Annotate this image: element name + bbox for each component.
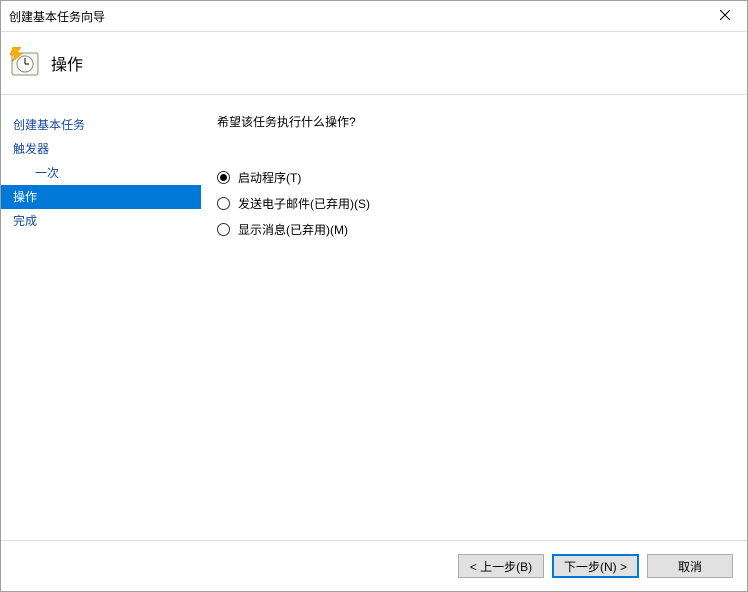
- wizard-header: 操作: [1, 32, 747, 95]
- radio-icon: [217, 171, 230, 184]
- radio-label: 启动程序(T): [238, 169, 301, 186]
- wizard-window: 创建基本任务向导 操作 创建基本任务 触发器 一次 操作 完成: [0, 0, 748, 592]
- close-icon: [720, 9, 730, 23]
- radio-display-message[interactable]: 显示消息(已弃用)(M): [217, 216, 731, 242]
- sidebar-item-one-time[interactable]: 一次: [1, 161, 201, 185]
- radio-label: 显示消息(已弃用)(M): [238, 221, 348, 238]
- next-button[interactable]: 下一步(N) >: [552, 554, 639, 578]
- wizard-step-title: 操作: [51, 51, 83, 75]
- wizard-footer: < 上一步(B) 下一步(N) > 取消: [1, 540, 747, 591]
- close-button[interactable]: [702, 1, 747, 31]
- wizard-steps-sidebar: 创建基本任务 触发器 一次 操作 完成: [1, 95, 201, 540]
- back-button[interactable]: < 上一步(B): [458, 554, 544, 578]
- sidebar-item-trigger[interactable]: 触发器: [1, 137, 201, 161]
- radio-icon: [217, 223, 230, 236]
- clock-task-icon: [9, 47, 41, 79]
- wizard-body: 创建基本任务 触发器 一次 操作 完成 希望该任务执行什么操作? 启动程序(T)…: [1, 95, 747, 540]
- window-title: 创建基本任务向导: [9, 8, 702, 25]
- radio-send-email[interactable]: 发送电子邮件(已弃用)(S): [217, 190, 731, 216]
- radio-label: 发送电子邮件(已弃用)(S): [238, 195, 370, 212]
- radio-start-program[interactable]: 启动程序(T): [217, 164, 731, 190]
- radio-icon: [217, 197, 230, 210]
- wizard-main-panel: 希望该任务执行什么操作? 启动程序(T) 发送电子邮件(已弃用)(S) 显示消息…: [201, 95, 747, 540]
- sidebar-item-create-basic-task[interactable]: 创建基本任务: [1, 113, 201, 137]
- titlebar: 创建基本任务向导: [1, 1, 747, 32]
- action-prompt: 希望该任务执行什么操作?: [217, 113, 731, 130]
- sidebar-item-finish[interactable]: 完成: [1, 209, 201, 233]
- cancel-button[interactable]: 取消: [647, 554, 733, 578]
- sidebar-item-action[interactable]: 操作: [1, 185, 201, 209]
